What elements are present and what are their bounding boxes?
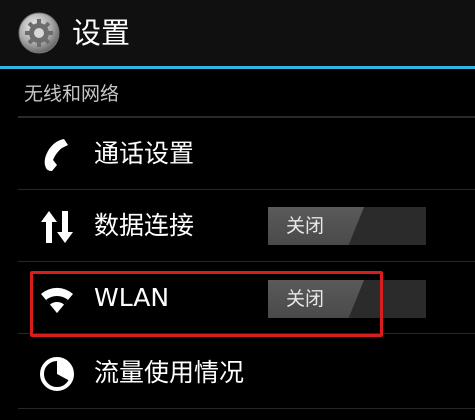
row-divider	[18, 408, 475, 409]
phone-icon	[44, 139, 68, 171]
wlan-highlight-box	[30, 271, 383, 337]
settings-item-label: 数据连接	[94, 211, 195, 240]
settings-item-label: 流量使用情况	[94, 358, 245, 387]
toggle-state-label: 关闭	[286, 215, 325, 237]
data-transfer-icon	[41, 211, 73, 243]
page-title: 设置	[72, 16, 131, 50]
settings-item-label: 通话设置	[94, 139, 195, 168]
action-bar: 设置	[0, 0, 475, 69]
settings-item-data-connection[interactable]: 数据连接 关闭	[0, 190, 475, 262]
data-usage-icon	[40, 357, 74, 391]
settings-item-call[interactable]: 通话设置	[0, 118, 475, 190]
settings-gear-icon[interactable]	[18, 12, 60, 54]
section-header-wireless: 无线和网络	[24, 83, 120, 105]
settings-item-data-usage[interactable]: 流量使用情况	[0, 337, 475, 409]
action-bar-accent-line	[0, 66, 475, 69]
data-connection-toggle[interactable]: 关闭	[268, 207, 426, 245]
